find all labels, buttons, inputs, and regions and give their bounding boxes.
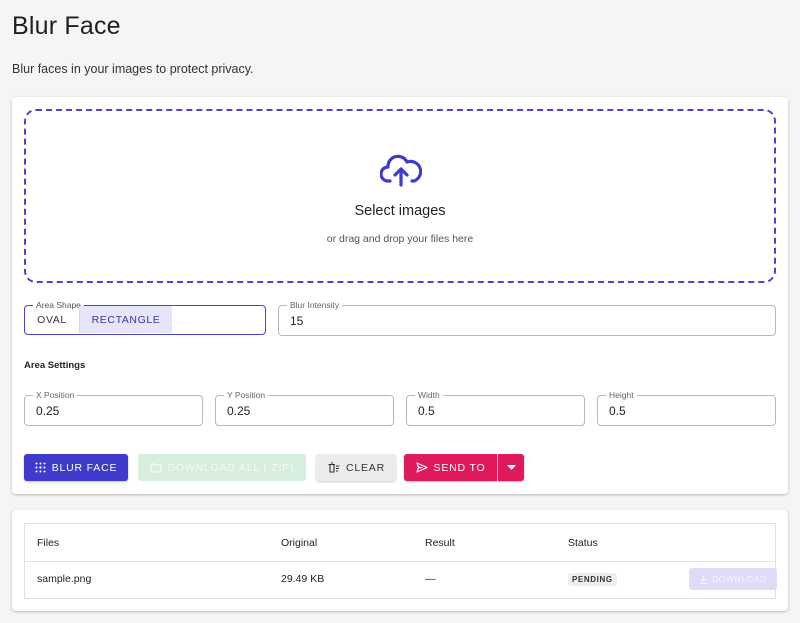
caret-down-icon	[506, 465, 516, 470]
files-card: Files Original Result Status sample.png …	[12, 510, 788, 611]
send-to-button[interactable]: SEND TO	[404, 454, 497, 481]
status-badge: PENDING	[568, 573, 617, 586]
download-button[interactable]: DOWNLOAD	[689, 568, 777, 590]
column-header-result: Result	[425, 537, 455, 549]
height-value[interactable]: 0.5	[609, 404, 626, 418]
clear-label: CLEAR	[345, 461, 385, 474]
page-title: Blur Face	[12, 12, 121, 40]
width-label: Width	[415, 389, 443, 401]
clear-all-icon	[328, 462, 340, 473]
x-position-value[interactable]: 0.25	[36, 404, 59, 418]
height-field[interactable]: Height 0.5	[597, 389, 776, 426]
download-label: DOWNLOAD	[712, 574, 767, 584]
download-all-zip-button[interactable]: DOWNLOAD ALL (.ZIP)	[138, 454, 306, 481]
y-position-value[interactable]: 0.25	[227, 404, 250, 418]
page-subtitle: Blur faces in your images to protect pri…	[12, 62, 254, 76]
column-header-original: Original	[281, 537, 318, 549]
clear-button[interactable]: CLEAR	[316, 454, 396, 481]
area-shape-toggle-group: Area Shape OVAL RECTANGLE	[24, 299, 266, 335]
image-dropzone[interactable]: Select images or drag and drop your file…	[24, 109, 776, 283]
blur-intensity-value[interactable]: 15	[290, 314, 303, 328]
original-size-cell: 29.49 KB	[281, 573, 325, 585]
blur-intensity-label: Blur Intensity	[287, 299, 343, 311]
oval-toggle[interactable]: OVAL	[25, 306, 80, 333]
download-icon	[700, 575, 708, 584]
width-field[interactable]: Width 0.5	[406, 389, 585, 426]
blur-settings-card: Select images or drag and drop your file…	[12, 97, 788, 494]
blur-intensity-field[interactable]: Blur Intensity 15	[278, 299, 776, 336]
file-name-cell: sample.png	[37, 573, 92, 585]
x-position-field[interactable]: X Position 0.25	[24, 389, 203, 426]
cloud-upload-icon	[380, 154, 422, 187]
send-icon	[415, 462, 428, 473]
height-label: Height	[606, 389, 637, 401]
grid-blur-icon	[35, 462, 46, 473]
header-divider	[25, 561, 775, 562]
send-to-label: SEND TO	[433, 461, 486, 474]
result-cell: —	[425, 573, 436, 585]
column-header-status: Status	[568, 537, 598, 549]
column-header-files: Files	[37, 537, 60, 549]
y-position-field[interactable]: Y Position 0.25	[215, 389, 394, 426]
folder-zip-icon	[149, 462, 162, 473]
download-all-label: DOWNLOAD ALL (.ZIP)	[167, 461, 295, 474]
x-position-label: X Position	[33, 389, 78, 401]
dropzone-hint: or drag and drop your files here	[326, 233, 474, 245]
dropzone-title: Select images	[354, 203, 446, 219]
rectangle-toggle[interactable]: RECTANGLE	[80, 306, 172, 333]
blur-face-label: BLUR FACE	[51, 461, 118, 474]
width-value[interactable]: 0.5	[418, 404, 435, 418]
y-position-label: Y Position	[224, 389, 269, 401]
files-table: Files Original Result Status sample.png …	[24, 523, 777, 599]
send-to-menu-button[interactable]	[498, 454, 524, 481]
blur-face-button[interactable]: BLUR FACE	[24, 454, 128, 481]
area-settings-heading: Area Settings	[24, 360, 86, 371]
